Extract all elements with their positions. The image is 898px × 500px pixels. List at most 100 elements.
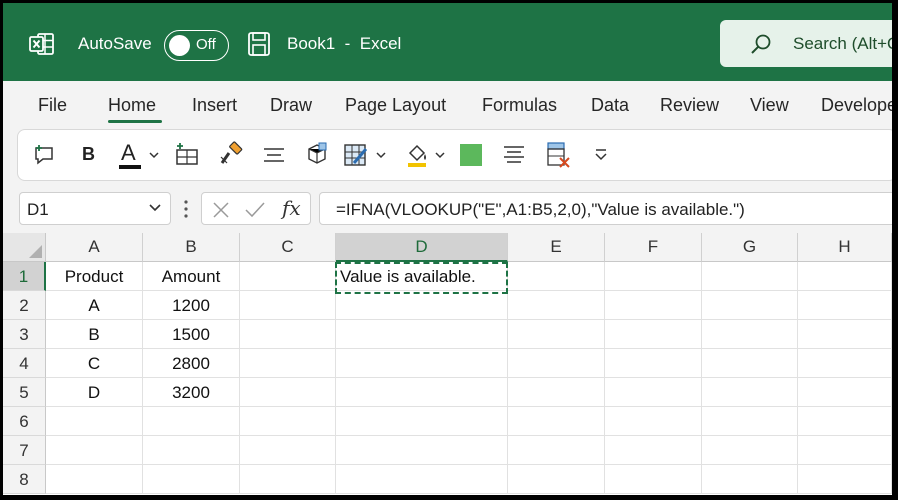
cell-d8[interactable]	[336, 465, 508, 494]
insert-cells-icon[interactable]	[174, 142, 200, 168]
cell-g2[interactable]	[702, 291, 798, 320]
row-header-7[interactable]: 7	[3, 436, 46, 465]
tab-home[interactable]: Home	[108, 95, 156, 116]
column-header-g[interactable]: G	[702, 233, 798, 262]
cell-h8[interactable]	[798, 465, 892, 494]
cell-c3[interactable]	[240, 320, 336, 349]
cell-d2[interactable]	[336, 291, 508, 320]
cell-b1[interactable]: Amount	[143, 262, 240, 291]
comment-icon[interactable]	[32, 143, 56, 167]
tab-formulas[interactable]: Formulas	[482, 95, 557, 116]
formula-input[interactable]: =IFNA(VLOOKUP("E",A1:B5,2,0),"Value is a…	[319, 192, 892, 225]
cell-a8[interactable]	[46, 465, 143, 494]
tab-review[interactable]: Review	[660, 95, 719, 116]
chevron-down-icon[interactable]	[376, 151, 386, 159]
cell-e6[interactable]	[508, 407, 605, 436]
column-header-c[interactable]: C	[240, 233, 336, 262]
cell-c2[interactable]	[240, 291, 336, 320]
cell-b7[interactable]	[143, 436, 240, 465]
cell-h6[interactable]	[798, 407, 892, 436]
cell-c6[interactable]	[240, 407, 336, 436]
row-header-8[interactable]: 8	[3, 465, 46, 494]
cell-b6[interactable]	[143, 407, 240, 436]
row-header-3[interactable]: 3	[3, 320, 46, 349]
select-all-button[interactable]	[3, 233, 46, 262]
cell-f8[interactable]	[605, 465, 702, 494]
cell-a1[interactable]: Product	[46, 262, 143, 291]
cell-c5[interactable]	[240, 378, 336, 407]
cell-b5[interactable]: 3200	[143, 378, 240, 407]
cell-b4[interactable]: 2800	[143, 349, 240, 378]
tab-insert[interactable]: Insert	[192, 95, 237, 116]
cell-a7[interactable]	[46, 436, 143, 465]
cell-g1[interactable]	[702, 262, 798, 291]
cell-f3[interactable]	[605, 320, 702, 349]
row-header-5[interactable]: 5	[3, 378, 46, 407]
cell-g7[interactable]	[702, 436, 798, 465]
cell-h2[interactable]	[798, 291, 892, 320]
column-header-h[interactable]: H	[798, 233, 892, 262]
cell-g4[interactable]	[702, 349, 798, 378]
insert-function-button[interactable]: fx	[282, 196, 301, 220]
name-box[interactable]: D1	[19, 192, 171, 225]
tab-data[interactable]: Data	[591, 95, 629, 116]
column-header-a[interactable]: A	[46, 233, 143, 262]
cell-c1[interactable]	[240, 262, 336, 291]
cell-e8[interactable]	[508, 465, 605, 494]
cell-h5[interactable]	[798, 378, 892, 407]
cell-d6[interactable]	[336, 407, 508, 436]
chevron-down-icon[interactable]	[148, 202, 162, 214]
row-header-1[interactable]: 1	[3, 262, 46, 291]
cell-g8[interactable]	[702, 465, 798, 494]
cell-a5[interactable]: D	[46, 378, 143, 407]
cell-d7[interactable]	[336, 436, 508, 465]
cell-h7[interactable]	[798, 436, 892, 465]
cell-e1[interactable]	[508, 262, 605, 291]
tab-file[interactable]: File	[38, 95, 67, 116]
chevron-down-icon[interactable]	[435, 151, 445, 159]
autosave-toggle[interactable]: Off	[164, 30, 229, 61]
cell-b2[interactable]: 1200	[143, 291, 240, 320]
cell-a2[interactable]: A	[46, 291, 143, 320]
fill-color-icon[interactable]	[403, 140, 431, 168]
tab-developer[interactable]: Developer	[821, 95, 892, 116]
cell-d3[interactable]	[336, 320, 508, 349]
clear-icon[interactable]	[544, 140, 572, 170]
cell-a6[interactable]	[46, 407, 143, 436]
align-icon[interactable]	[502, 143, 526, 167]
cell-f4[interactable]	[605, 349, 702, 378]
cell-h1[interactable]	[798, 262, 892, 291]
cell-e7[interactable]	[508, 436, 605, 465]
save-icon[interactable]	[247, 31, 271, 57]
tab-draw[interactable]: Draw	[270, 95, 312, 116]
cell-b8[interactable]	[143, 465, 240, 494]
chevron-down-icon[interactable]	[149, 151, 159, 159]
font-color-button[interactable]: A	[121, 140, 136, 166]
cell-b3[interactable]: 1500	[143, 320, 240, 349]
cell-c4[interactable]	[240, 349, 336, 378]
cell-d5[interactable]	[336, 378, 508, 407]
cell-g5[interactable]	[702, 378, 798, 407]
bold-button[interactable]: B	[82, 144, 95, 165]
row-header-2[interactable]: 2	[3, 291, 46, 320]
column-header-e[interactable]: E	[508, 233, 605, 262]
cell-d4[interactable]	[336, 349, 508, 378]
cell-g6[interactable]	[702, 407, 798, 436]
cell-c8[interactable]	[240, 465, 336, 494]
align-center-icon[interactable]	[262, 143, 286, 167]
cell-a4[interactable]: C	[46, 349, 143, 378]
borders-icon[interactable]	[342, 141, 370, 169]
column-header-d[interactable]: D	[336, 233, 508, 262]
cell-g3[interactable]	[702, 320, 798, 349]
cancel-icon[interactable]	[211, 200, 231, 220]
cell-f6[interactable]	[605, 407, 702, 436]
enter-icon[interactable]	[244, 200, 266, 220]
cell-h4[interactable]	[798, 349, 892, 378]
more-options-icon[interactable]	[183, 198, 189, 220]
cell-f5[interactable]	[605, 378, 702, 407]
tab-page-layout[interactable]: Page Layout	[345, 95, 446, 116]
more-icon[interactable]	[594, 148, 608, 162]
cell-e2[interactable]	[508, 291, 605, 320]
row-header-4[interactable]: 4	[3, 349, 46, 378]
cell-e3[interactable]	[508, 320, 605, 349]
